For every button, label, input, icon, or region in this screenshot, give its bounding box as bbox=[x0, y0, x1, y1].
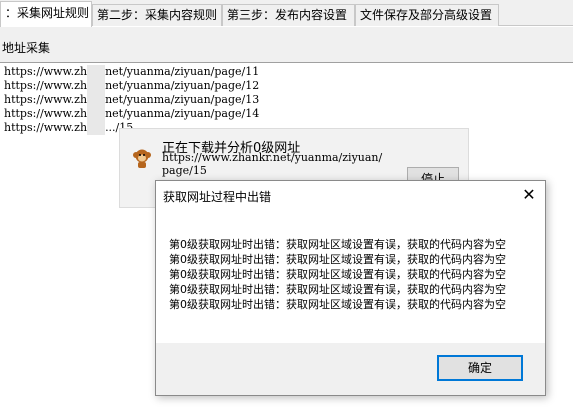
url-list-item[interactable]: https://www.zh net/yuanma/ziyuan/page/11 bbox=[4, 65, 564, 79]
tab-strip: ：采集网址规则 第二步：采集内容规则 第三步：发布内容设置 文件保存及部分高级设… bbox=[0, 0, 573, 27]
error-message: 第0级获取网址时出错：获取网址区域设置有误，获取的代码内容为空 bbox=[169, 298, 506, 311]
progress-url: https://www.zhankr.net/yuanma/ziyuan/ pa… bbox=[162, 151, 402, 177]
dialog-footer: 确定 bbox=[156, 343, 545, 395]
url-suffix: net/yuanma/ziyuan/page/11 bbox=[105, 65, 260, 78]
close-icon[interactable]: ✕ bbox=[517, 183, 541, 207]
url-prefix: https://www.zh bbox=[4, 93, 88, 106]
url-prefix: https://www.zh bbox=[4, 107, 88, 120]
url-prefix: https://www.zh bbox=[4, 79, 88, 92]
error-dialog: 获取网址过程中出错 ✕ 第0级获取网址时出错：获取网址区域设置有误，获取的代码内… bbox=[155, 180, 546, 396]
url-suffix: net/yuanma/ziyuan/page/14 bbox=[105, 107, 260, 120]
progress-url-line: https://www.zhankr.net/yuanma/ziyuan/ bbox=[162, 151, 383, 164]
tab-url-rules[interactable]: ：采集网址规则 bbox=[0, 1, 92, 27]
url-list-item[interactable]: https://www.zh net/yuanma/ziyuan/page/13 bbox=[4, 93, 564, 107]
section-title: 地址采集 bbox=[2, 41, 51, 55]
progress-url-line: page/15 bbox=[162, 164, 207, 177]
tab-publish-settings[interactable]: 第三步：发布内容设置 bbox=[222, 4, 355, 26]
ok-button[interactable]: 确定 bbox=[437, 355, 523, 381]
error-message: 第0级获取网址时出错：获取网址区域设置有误，获取的代码内容为空 bbox=[169, 283, 506, 296]
redaction-block bbox=[87, 65, 106, 79]
error-message: 第0级获取网址时出错：获取网址区域设置有误，获取的代码内容为空 bbox=[169, 253, 506, 266]
dialog-title: 获取网址过程中出错 bbox=[163, 190, 272, 204]
url-list-item[interactable]: https://www.zh net/yuanma/ziyuan/page/12 bbox=[4, 79, 564, 93]
redaction-block bbox=[87, 121, 106, 135]
url-suffix: net/yuanma/ziyuan/page/13 bbox=[105, 93, 260, 106]
section-header: 地址采集 bbox=[0, 27, 573, 63]
error-message: 第0级获取网址时出错：获取网址区域设置有误，获取的代码内容为空 bbox=[169, 268, 506, 281]
redaction-block bbox=[87, 79, 106, 93]
url-prefix: https://www.zh bbox=[4, 65, 88, 78]
redaction-block bbox=[87, 107, 106, 121]
url-prefix: https://www.zh bbox=[4, 121, 88, 134]
url-list: https://www.zh net/yuanma/ziyuan/page/11 … bbox=[4, 65, 564, 135]
url-list-item[interactable]: https://www.zh net/yuanma/ziyuan/page/14 bbox=[4, 107, 564, 121]
dialog-titlebar[interactable]: 获取网址过程中出错 ✕ bbox=[156, 181, 545, 209]
tab-content-rules[interactable]: 第二步：采集内容规则 bbox=[92, 4, 222, 26]
error-message-list: 第0级获取网址时出错：获取网址区域设置有误，获取的代码内容为空 第0级获取网址时… bbox=[169, 237, 539, 312]
url-suffix: net/yuanma/ziyuan/page/12 bbox=[105, 79, 260, 92]
redaction-block bbox=[87, 93, 106, 107]
error-message: 第0级获取网址时出错：获取网址区域设置有误，获取的代码内容为空 bbox=[169, 238, 506, 251]
tab-file-settings[interactable]: 文件保存及部分高级设置 bbox=[355, 4, 499, 26]
monkey-icon bbox=[133, 149, 151, 168]
